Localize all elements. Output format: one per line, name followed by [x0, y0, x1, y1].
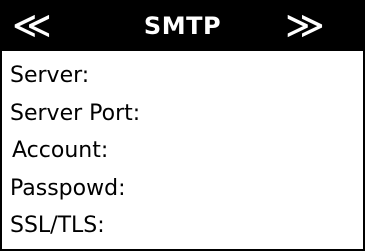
- previous-page-icon[interactable]: ≪: [12, 2, 72, 51]
- server-port-field-label: Server Port:: [10, 100, 141, 126]
- server-field-label: Server:: [10, 63, 90, 88]
- next-page-icon[interactable]: ≫: [285, 2, 345, 51]
- settings-field-list: Server: Server Port: Account: Passpowd: …: [10, 57, 360, 245]
- smtp-settings-screen: ≪ SMTP ≫ Server: Server Port: Account: P…: [0, 0, 365, 251]
- header-bar: ≪ SMTP ≫: [2, 2, 363, 51]
- ssl-tls-field-label: SSL/TLS:: [10, 213, 105, 238]
- password-field-label: Passpowd:: [10, 175, 126, 201]
- account-field-label: Account:: [12, 138, 109, 163]
